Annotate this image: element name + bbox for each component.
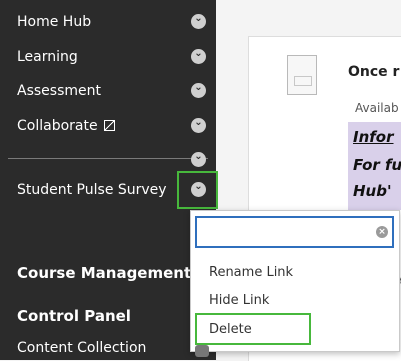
menu-search-input[interactable] xyxy=(195,216,394,248)
chevron-down-icon[interactable] xyxy=(191,152,206,167)
control-panel-heading[interactable]: Control Panel xyxy=(17,307,131,325)
banner-line: For fu xyxy=(353,156,401,174)
document-icon xyxy=(287,55,317,95)
scrollbar-thumb[interactable] xyxy=(195,345,209,357)
sidebar-item-learning[interactable]: Learning xyxy=(17,45,206,69)
sidebar-item-label: Home Hub xyxy=(17,14,92,30)
content-item-title[interactable]: Once r xyxy=(348,64,399,80)
hide-link-menu-item[interactable]: Hide Link xyxy=(209,293,269,308)
sidebar-item-student-pulse-survey[interactable]: Student Pulse Survey xyxy=(17,178,202,202)
chevron-down-icon[interactable] xyxy=(191,83,206,98)
course-menu-sidebar: Home Hub Learning Assessment Collaborate… xyxy=(0,0,218,360)
sidebar-item-content-collection[interactable]: Content Collection xyxy=(17,336,202,360)
sidebar-item-label: Learning xyxy=(17,49,78,65)
sidebar-item-label: Content Collection xyxy=(17,340,147,356)
sidebar-divider xyxy=(8,158,208,159)
sidebar-item-label: Collaborate xyxy=(17,118,98,134)
sidebar-item-label: Student Pulse Survey xyxy=(17,182,167,198)
highlight-box xyxy=(195,313,311,345)
chevron-down-icon[interactable] xyxy=(191,182,206,197)
sidebar-item-assessment[interactable]: Assessment xyxy=(17,79,206,103)
sidebar-item-collaborate[interactable]: Collaborate xyxy=(17,114,206,138)
banner-line: Infor xyxy=(353,128,394,146)
chevron-down-icon[interactable] xyxy=(191,118,206,133)
availability-text: Availab xyxy=(355,101,399,115)
rename-link-menu-item[interactable]: Rename Link xyxy=(209,265,293,280)
course-management-heading[interactable]: Course Management xyxy=(17,264,191,282)
chevron-down-icon[interactable] xyxy=(191,14,206,29)
chevron-down-icon[interactable] xyxy=(191,49,206,64)
external-link-icon xyxy=(104,120,116,131)
info-banner: Infor For fu Hub' xyxy=(348,122,401,210)
banner-line: Hub' xyxy=(353,182,392,200)
sidebar-item-label: Assessment xyxy=(17,83,101,99)
sidebar-item-home-hub[interactable]: Home Hub xyxy=(17,10,206,34)
clear-icon[interactable]: × xyxy=(376,226,388,238)
